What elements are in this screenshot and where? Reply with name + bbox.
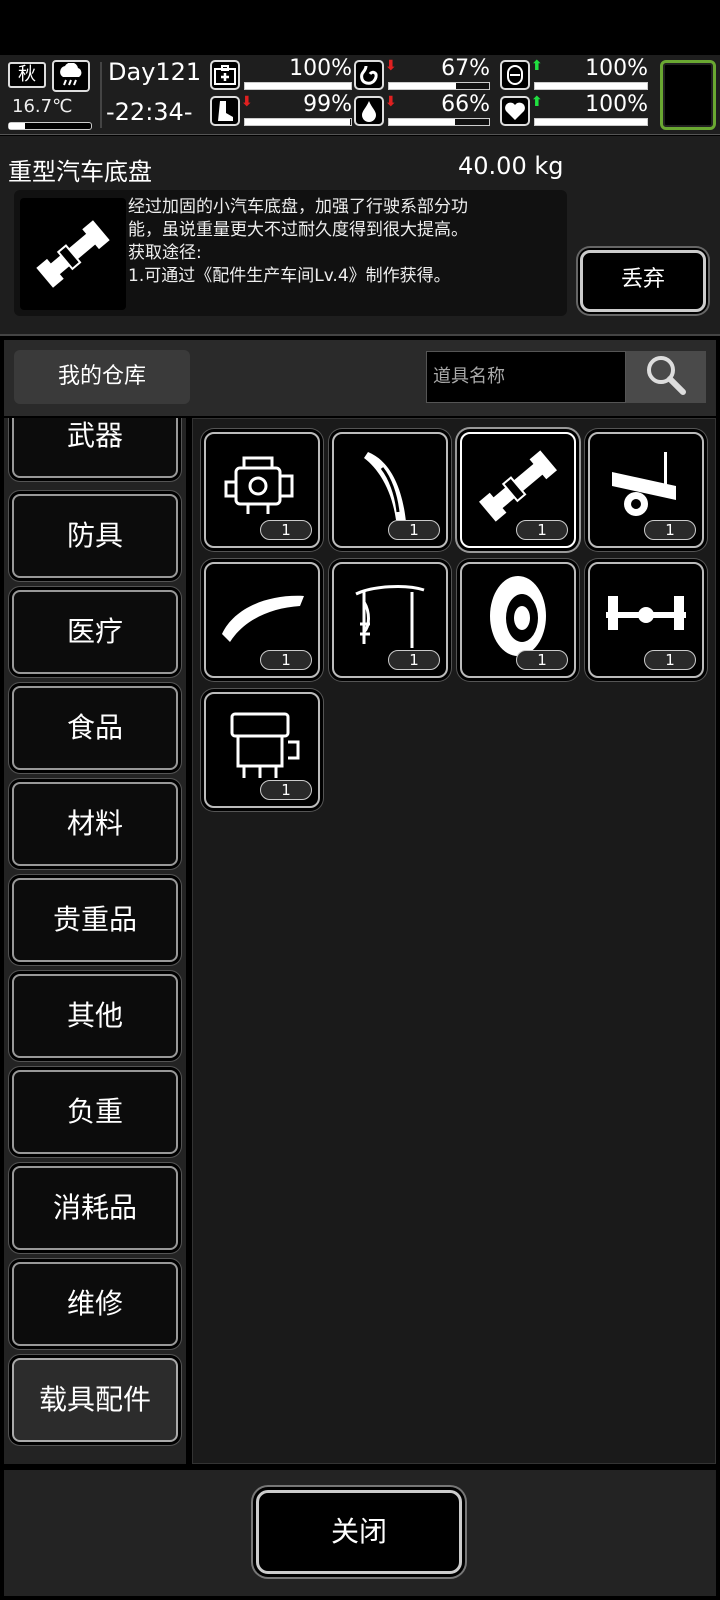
weather-rain-icon [52, 60, 90, 92]
thirst-value: 66% [441, 92, 490, 117]
trailer-icon [612, 452, 676, 516]
health-bar [244, 82, 352, 90]
engine-icon [224, 456, 294, 514]
item-quantity: 1 [644, 650, 696, 670]
search-input[interactable]: 道具名称 [426, 351, 626, 403]
search-button[interactable] [626, 351, 706, 403]
category-consumables[interactable]: 消耗品 [12, 1166, 178, 1250]
category-armor[interactable]: 防具 [12, 494, 178, 578]
item-slot[interactable]: 1 [460, 562, 576, 678]
health-stat: 100% [210, 56, 352, 92]
fatigue-bar [244, 118, 352, 126]
tab-my-warehouse[interactable]: 我的仓库 [14, 350, 190, 404]
stamina-value: 100% [585, 56, 648, 81]
stamina-stat: ⬆ 100% [500, 56, 648, 92]
item-quantity: 1 [260, 650, 312, 670]
item-slot[interactable]: 1 [204, 562, 320, 678]
item-quantity: 1 [516, 650, 568, 670]
category-vehicle-parts[interactable]: 载具配件 [12, 1358, 178, 1442]
character-portrait-button[interactable] [660, 60, 716, 130]
mood-bar [534, 118, 648, 126]
stamina-bar [534, 82, 648, 90]
medkit-icon [210, 60, 240, 90]
temperature-readout: 16.7℃ [12, 96, 73, 117]
category-food[interactable]: 食品 [12, 686, 178, 770]
category-load[interactable]: 负重 [12, 1070, 178, 1154]
fender-icon [364, 452, 406, 522]
item-slot[interactable]: 1 [588, 432, 704, 548]
drop-button[interactable]: 丢弃 [580, 250, 706, 312]
item-quantity: 1 [516, 520, 568, 540]
item-quantity: 1 [388, 650, 440, 670]
season-indicator: 秋 [8, 62, 46, 88]
hunger-stat: ⬇ 67% [354, 56, 490, 92]
item-quantity: 1 [644, 520, 696, 540]
mood-stat: ⬆ 100% [500, 92, 648, 128]
category-sidebar[interactable]: 武器 防具 医疗 食品 材料 贵重品 其他 负重 消耗品 维修 载具配件 [4, 418, 186, 1464]
item-quantity: 1 [260, 520, 312, 540]
clock: -22:34- [106, 98, 193, 126]
item-slot[interactable]: 1 [332, 562, 448, 678]
item-slot[interactable]: 1 [204, 432, 320, 548]
category-materials[interactable]: 材料 [12, 782, 178, 866]
system-status-bar [0, 0, 720, 55]
thirst-bar [388, 118, 490, 126]
fatigue-stat: ⬇ 99% [210, 92, 352, 128]
thirst-stat: ⬇ 66% [354, 92, 490, 128]
search-icon [644, 353, 688, 401]
water-drop-icon [354, 96, 384, 126]
item-quantity: 1 [260, 780, 312, 800]
item-name: 重型汽车底盘 [8, 158, 152, 186]
boot-icon [210, 96, 240, 126]
hunger-value: 67% [441, 56, 490, 81]
fatigue-value: 99% [303, 92, 352, 117]
stomach-icon [354, 60, 384, 90]
item-quantity: 1 [388, 520, 440, 540]
item-slot-selected[interactable]: 1 [460, 432, 576, 548]
heart-icon [500, 96, 530, 126]
temperature-bar [8, 122, 92, 130]
stamina-icon [500, 60, 530, 90]
item-slot[interactable]: 1 [588, 562, 704, 678]
category-weapons[interactable]: 武器 [12, 418, 178, 478]
engine-block-icon [230, 712, 300, 778]
mood-value: 100% [585, 92, 648, 117]
axle-icon [606, 596, 686, 630]
item-slot[interactable]: 1 [332, 432, 448, 548]
divider [100, 62, 102, 128]
tire-icon [490, 576, 546, 656]
close-button[interactable]: 关闭 [256, 1490, 462, 1574]
item-description: 经过加固的小汽车底盘，加强了行驶系部分功 能，虽说重量更大不过耐久度得到很大提高… [128, 197, 468, 286]
health-value: 100% [289, 56, 352, 81]
category-medical[interactable]: 医疗 [12, 590, 178, 674]
spoiler-icon [222, 595, 304, 642]
chassis-icon [479, 450, 557, 522]
hood-icon [355, 585, 425, 648]
category-other[interactable]: 其他 [12, 974, 178, 1058]
category-repair[interactable]: 维修 [12, 1262, 178, 1346]
day-counter: Day121 [108, 58, 202, 86]
category-valuables[interactable]: 贵重品 [12, 878, 178, 962]
item-weight: 40.00 kg [458, 152, 564, 180]
item-slot[interactable]: 1 [204, 692, 320, 808]
chassis-icon [20, 198, 126, 310]
hunger-bar [388, 82, 490, 90]
